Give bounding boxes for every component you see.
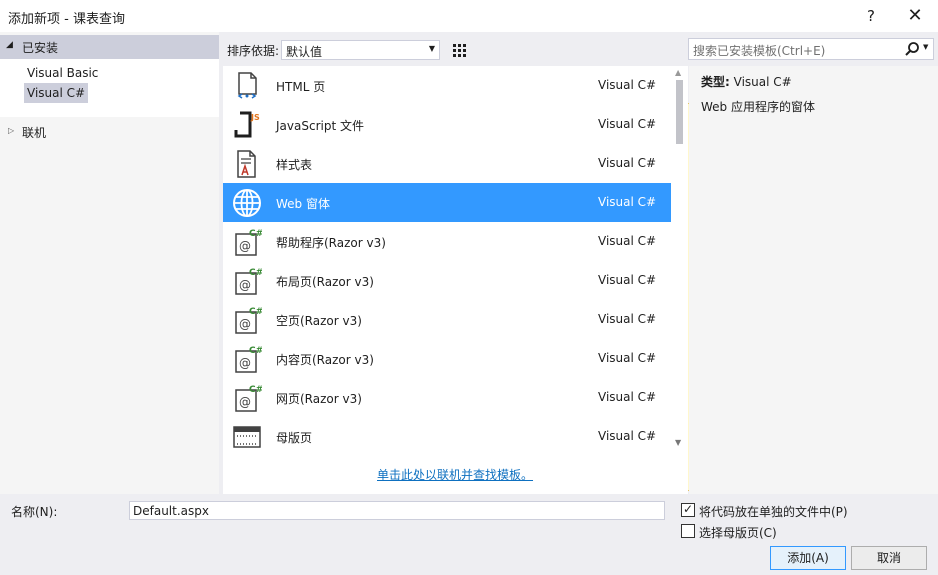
category-item-visual-csharp[interactable]: Visual C# (24, 83, 89, 103)
list-item[interactable]: @ C# 空页(Razor v3) Visual C# (223, 300, 671, 339)
list-item[interactable]: @ C# 帮助程序(Razor v3) Visual C# (223, 222, 671, 261)
template-name: 空页(Razor v3) (276, 314, 362, 328)
type-label: 类型: (701, 75, 730, 89)
window-title: 添加新项 - 课表查询 (8, 12, 125, 27)
list-item[interactable]: 样式表 Visual C# (223, 144, 671, 183)
razor-icon: @ C# (235, 268, 262, 295)
search-placeholder: 搜索已安装模板(Ctrl+E) (693, 44, 826, 58)
template-language: Visual C# (598, 117, 657, 131)
javascript-file-icon: JS (234, 111, 260, 138)
close-button[interactable]: ✕ (901, 4, 929, 28)
online-label: 联机 (22, 126, 47, 140)
title-bar: 添加新项 - 课表查询 ? ✕ (0, 0, 938, 32)
list-item[interactable]: HTML 页 Visual C# (223, 66, 671, 105)
template-name: 帮助程序(Razor v3) (276, 236, 386, 250)
template-name: 内容页(Razor v3) (276, 353, 374, 367)
template-type: 类型: Visual C# (701, 73, 792, 90)
template-name: JavaScript 文件 (276, 119, 364, 133)
svg-text:@: @ (239, 395, 251, 409)
category-panel: ◢ 已安装 Visual Basic Visual C# ▷ 联机 (0, 32, 219, 494)
svg-text:C#: C# (249, 385, 262, 395)
template-name: 网页(Razor v3) (276, 392, 362, 406)
sort-dropdown[interactable]: 默认值 ▼ (281, 40, 440, 60)
help-button[interactable]: ? (857, 4, 885, 28)
sort-toolbar: 排序依据: 默认值 ▼ (222, 37, 920, 491)
master-page-label[interactable]: 选择母版页(C) (699, 524, 777, 541)
separate-file-label[interactable]: 将代码放在单独的文件中(P) (699, 503, 848, 520)
category-item-visual-basic[interactable]: Visual Basic (24, 63, 101, 83)
search-icon[interactable] (904, 41, 920, 57)
template-language: Visual C# (598, 78, 657, 92)
template-name: 母版页 (276, 431, 313, 445)
scroll-down-icon[interactable]: ▼ (675, 438, 681, 447)
template-name: Web 窗体 (276, 197, 330, 211)
master-page-icon (233, 426, 261, 448)
template-language: Visual C# (598, 312, 657, 326)
svg-text:C#: C# (249, 346, 262, 356)
razor-icon: @ C# (235, 229, 262, 256)
details-panel: 类型: Visual C# Web 应用程序的窗体 (689, 66, 938, 494)
svg-text:@: @ (239, 356, 251, 370)
template-language: Visual C# (598, 195, 657, 209)
template-name: 样式表 (276, 158, 313, 172)
svg-text:JS: JS (250, 113, 260, 122)
search-options-chevron-icon[interactable]: ▼ (923, 43, 928, 51)
template-name: HTML 页 (276, 80, 326, 94)
template-language: Visual C# (598, 351, 657, 365)
list-item[interactable]: @ C# 网页(Razor v3) Visual C# (223, 378, 671, 417)
template-language: Visual C# (598, 156, 657, 170)
list-item[interactable]: @ C# 内容页(Razor v3) Visual C# (223, 339, 671, 378)
collapsed-arrow-icon[interactable]: ▷ (8, 126, 14, 135)
svg-text:@: @ (239, 239, 251, 253)
svg-text:@: @ (239, 317, 251, 331)
template-language: Visual C# (598, 429, 657, 443)
type-value: Visual C# (733, 75, 792, 89)
sort-value: 默认值 (286, 45, 323, 59)
template-description: Web 应用程序的窗体 (701, 100, 815, 114)
razor-icon: @ C# (235, 307, 262, 334)
cancel-button[interactable]: 取消 (851, 546, 927, 570)
html-page-icon (237, 72, 257, 99)
razor-icon: @ C# (235, 385, 262, 412)
list-item[interactable]: Web 窗体 Visual C# (223, 183, 671, 222)
installed-category[interactable]: ◢ 已安装 (0, 35, 219, 59)
scrollbar-thumb[interactable] (676, 80, 683, 144)
grid-view-icon (453, 44, 466, 57)
checkmark-icon: ✓ (683, 502, 694, 516)
separate-file-checkbox[interactable]: ✓ (681, 502, 695, 517)
list-item[interactable]: 母版页 Visual C# (223, 417, 671, 454)
template-language: Visual C# (598, 273, 657, 287)
list-item[interactable]: @ C# 布局页(Razor v3) Visual C# (223, 261, 671, 300)
add-button[interactable]: 添加(A) (770, 546, 846, 570)
template-list: HTML 页 Visual C# JS JavaScript 文件 Visual… (223, 66, 671, 454)
scroll-up-icon[interactable]: ▲ (675, 68, 681, 77)
razor-icon: @ C# (235, 346, 262, 373)
sort-label: 排序依据: (227, 44, 280, 58)
grid-view-button[interactable] (448, 39, 470, 61)
stylesheet-icon (237, 150, 256, 178)
template-name: 布局页(Razor v3) (276, 275, 374, 289)
online-category[interactable]: ▷ 联机 (0, 121, 219, 143)
template-language: Visual C# (598, 390, 657, 404)
list-item[interactable]: JS JavaScript 文件 Visual C# (223, 105, 671, 144)
template-language: Visual C# (598, 234, 657, 248)
search-box[interactable]: 搜索已安装模板(Ctrl+E) ▼ (688, 38, 934, 60)
find-templates-online-link[interactable]: 单击此处以联机并查找模板。 (377, 466, 533, 483)
svg-text:C#: C# (249, 268, 262, 278)
name-field[interactable] (129, 501, 665, 520)
svg-text:@: @ (239, 278, 251, 292)
web-form-icon (233, 189, 261, 217)
master-page-checkbox[interactable] (681, 524, 695, 538)
template-list-scrollbar[interactable]: ▲ ▼ (671, 66, 688, 454)
svg-text:C#: C# (249, 229, 262, 239)
installed-label: 已安装 (22, 41, 59, 55)
name-label: 名称(N): (11, 505, 58, 519)
expanded-arrow-icon[interactable]: ◢ (6, 40, 13, 50)
online-link-area: 单击此处以联机并查找模板。 (223, 454, 688, 494)
svg-text:C#: C# (249, 307, 262, 317)
installed-items: Visual Basic Visual C# (0, 59, 219, 117)
chevron-down-icon: ▼ (428, 44, 435, 53)
